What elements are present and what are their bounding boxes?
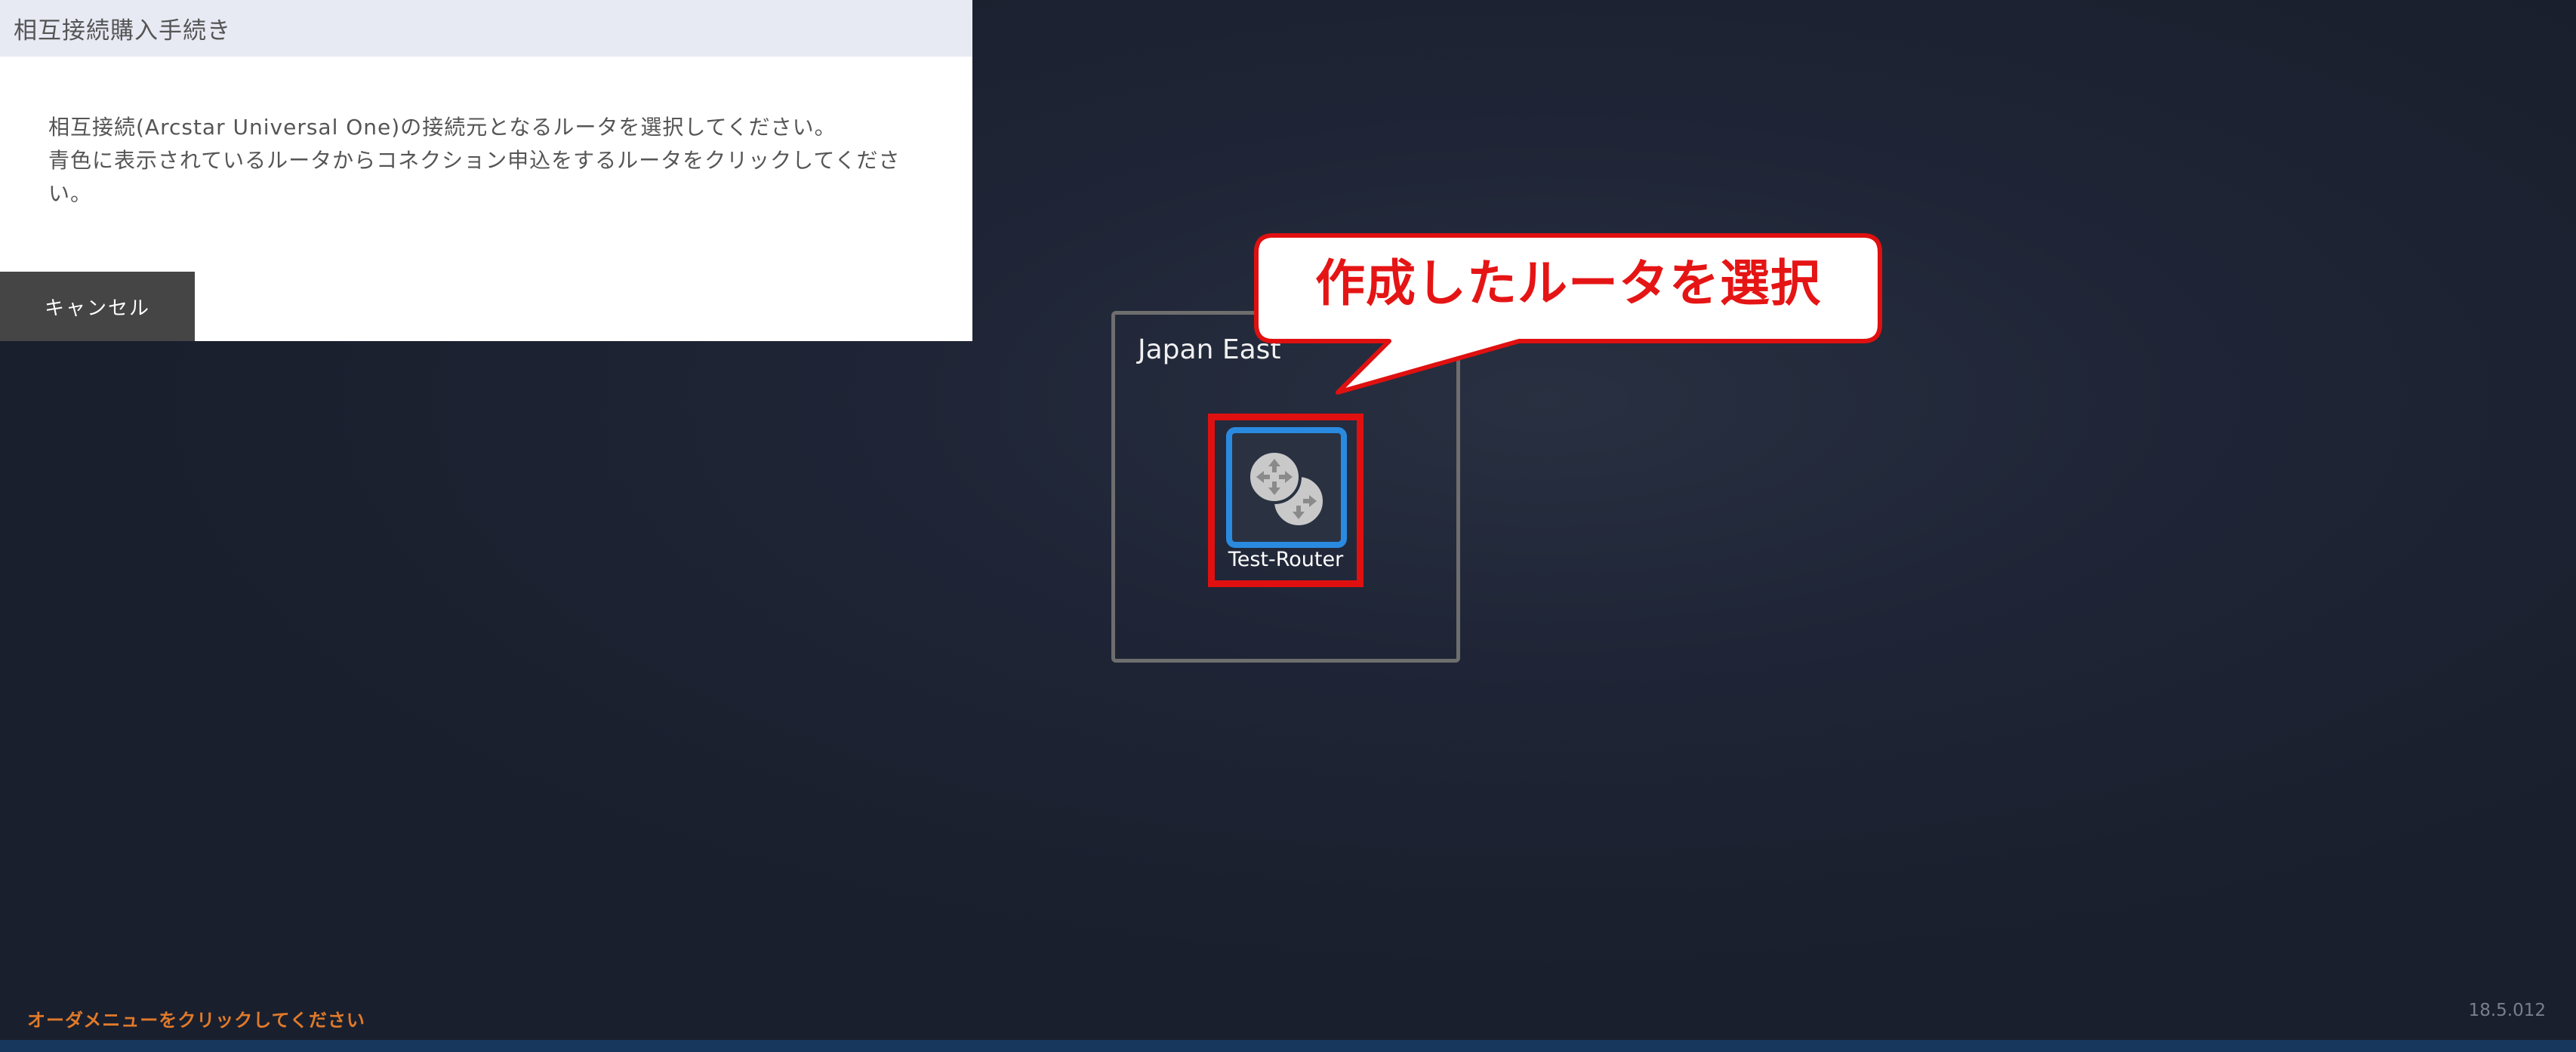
dialog-instruction-1: 相互接続(Arcstar Universal One)の接続元となるルータを選択… <box>48 115 837 140</box>
annotation-callout: 作成したルータを選択 <box>1253 232 1883 397</box>
cancel-button[interactable]: キャンセル <box>0 272 195 341</box>
bottom-bar <box>0 1040 2576 1052</box>
dialog-title: 相互接続購入手続き <box>14 17 231 45</box>
dialog-instruction-2: 青色に表示されているルータからコネクション申込をするルータをクリックしてください… <box>48 148 901 206</box>
router-icon <box>1247 450 1326 528</box>
dialog-body: 相互接続(Arcstar Universal One)の接続元となるルータを選択… <box>0 57 972 211</box>
dialog-header: 相互接続購入手続き <box>0 0 972 57</box>
router-name: Test-Router <box>1228 548 1344 571</box>
version-label: 18.5.012 <box>2468 1001 2546 1020</box>
callout-text: 作成したルータを選択 <box>1315 254 1821 312</box>
purchase-dialog: 相互接続購入手続き 相互接続(Arcstar Universal One)の接続… <box>0 0 972 341</box>
router-node[interactable] <box>1226 427 1347 548</box>
order-menu-hint: オーダメニューをクリックしてください <box>27 1010 365 1031</box>
